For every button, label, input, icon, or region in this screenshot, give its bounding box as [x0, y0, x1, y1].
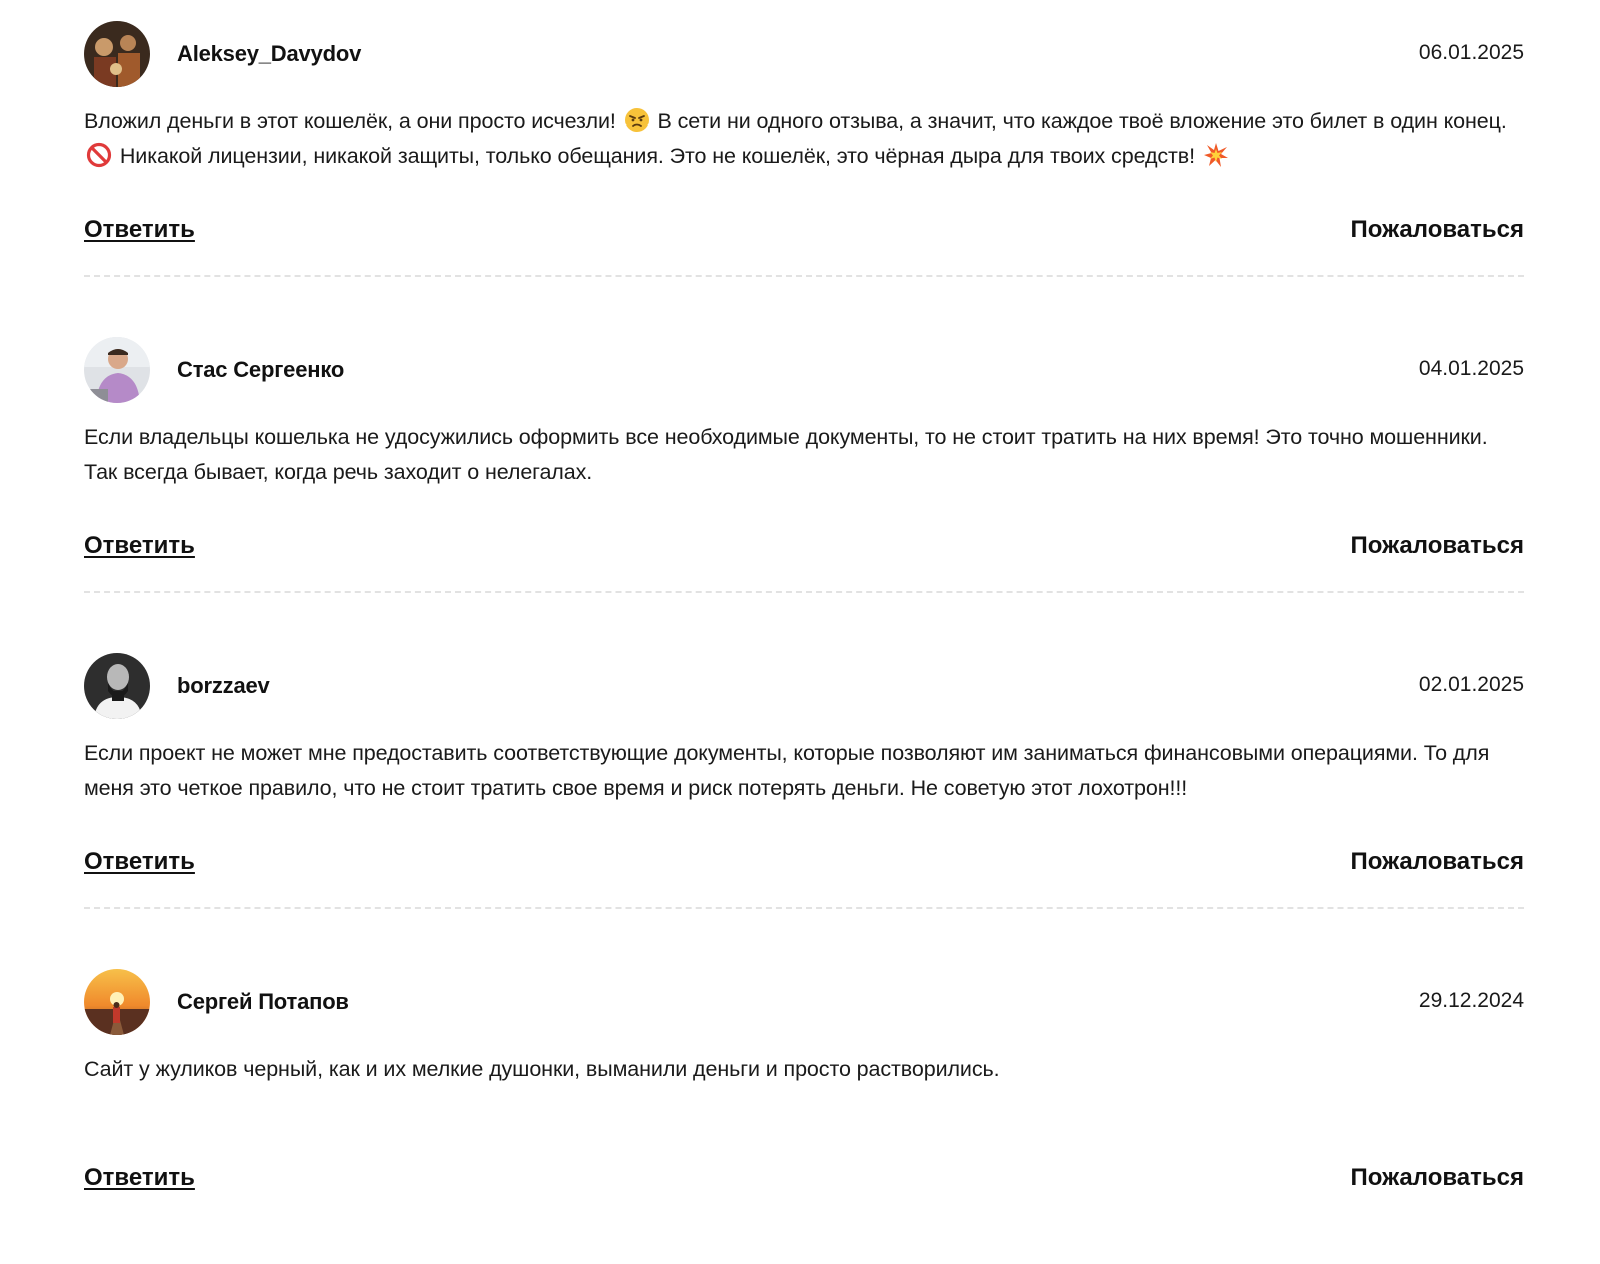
report-link[interactable]: Пожаловаться	[1351, 532, 1524, 560]
comment-date: 06.01.2025	[1418, 41, 1524, 64]
comment-date: 04.01.2025	[1418, 357, 1524, 380]
comment-header: Сергей Потапов 29.12.2024	[84, 969, 1524, 1035]
comment-header: borzzaev 02.01.2025	[84, 653, 1524, 719]
author-name: Aleksey_Davydov	[177, 41, 362, 66]
comment-actions: Ответить Пожаловаться	[84, 848, 1524, 882]
divider	[84, 591, 1524, 593]
collision-icon	[1203, 142, 1229, 168]
comment-item: Сергей Потапов 29.12.2024 Сайт у жуликов…	[84, 948, 1524, 1264]
comment-text: Сайт у жуликов черный, как и их мелкие д…	[84, 1057, 1000, 1081]
comment-header: Стас Сергеенко 04.01.2025	[84, 337, 1524, 403]
report-link[interactable]: Пожаловаться	[1351, 1164, 1524, 1192]
avatar[interactable]	[84, 21, 150, 87]
reply-link[interactable]: Ответить	[84, 532, 195, 560]
avatar[interactable]	[84, 337, 150, 403]
angry-face-icon	[623, 107, 650, 133]
author-name: Сергей Потапов	[177, 989, 349, 1014]
comment-text: Если проект не может мне предоставить со…	[84, 741, 1490, 800]
report-link[interactable]: Пожаловаться	[1351, 848, 1524, 876]
reply-link[interactable]: Ответить	[84, 216, 195, 244]
avatar[interactable]	[84, 653, 150, 719]
divider	[84, 275, 1524, 277]
comment-text-part: Никакой лицензии, никакой защиты, только…	[119, 144, 1195, 168]
reply-link[interactable]: Ответить	[84, 1164, 195, 1192]
comment-header: Aleksey_Davydov 06.01.2025	[84, 21, 1524, 87]
comment-actions: Ответить Пожаловаться	[84, 216, 1524, 250]
author-name: Стас Сергеенко	[177, 357, 345, 382]
comment-item: Aleksey_Davydov 06.01.2025 Вложил деньги…	[84, 0, 1524, 316]
author-name: borzzaev	[177, 673, 270, 698]
report-link[interactable]: Пожаловаться	[1351, 216, 1524, 244]
comment-text-part: Вложил деньги в этот кошелёк, а они прос…	[84, 109, 616, 133]
comment-item: Стас Сергеенко 04.01.2025 Если владельцы…	[84, 316, 1524, 632]
comment-item: borzzaev 02.01.2025 Если проект не может…	[84, 632, 1524, 948]
divider	[84, 907, 1524, 909]
comment-text: Если владельцы кошелька не удосужились о…	[84, 425, 1488, 484]
prohibited-icon	[86, 142, 112, 168]
reply-link[interactable]: Ответить	[84, 848, 195, 876]
comment-date: 02.01.2025	[1418, 673, 1524, 696]
comments-list: Aleksey_Davydov 06.01.2025 Вложил деньги…	[84, 0, 1524, 1264]
comment-date: 29.12.2024	[1418, 989, 1524, 1012]
comment-actions: Ответить Пожаловаться	[84, 1164, 1524, 1198]
avatar[interactable]	[84, 969, 150, 1035]
comment-actions: Ответить Пожаловаться	[84, 532, 1524, 566]
comment-text-part: В сети ни одного отзыва, а значит, что к…	[657, 109, 1507, 133]
comment-text: Вложил деньги в этот кошелёк, а они прос…	[84, 104, 1524, 174]
